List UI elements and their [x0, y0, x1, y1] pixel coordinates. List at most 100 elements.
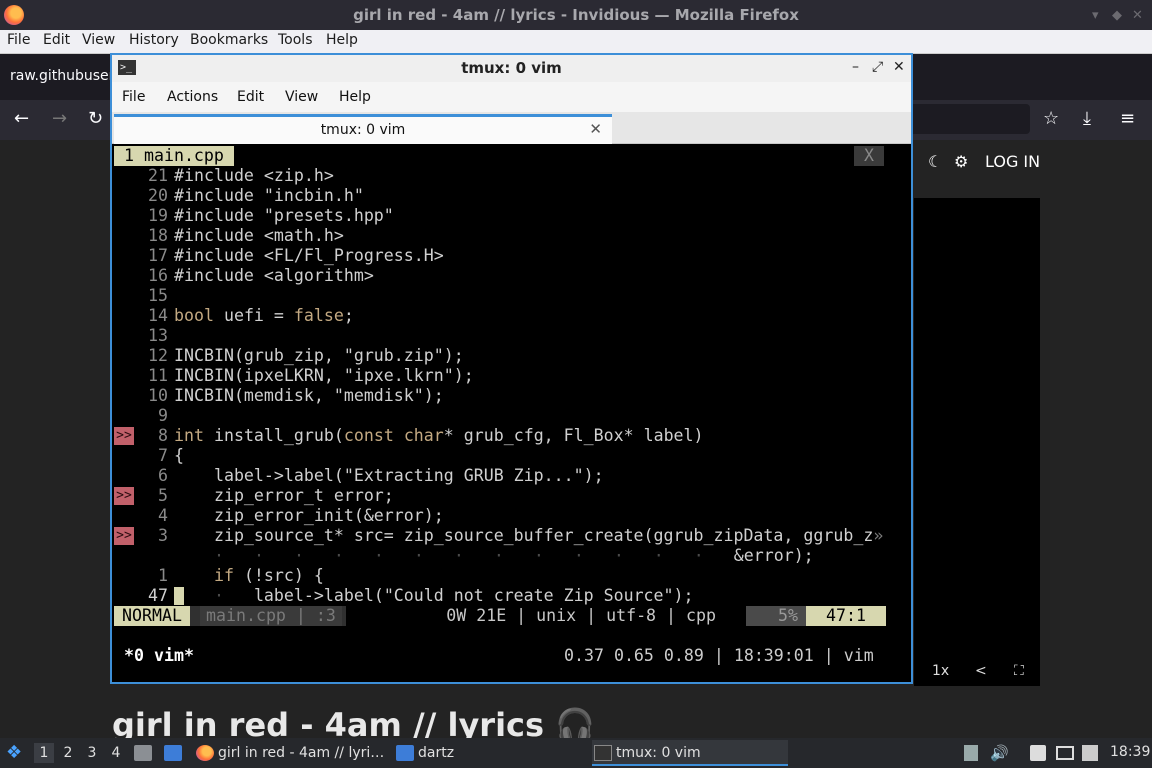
settings-gear-icon[interactable]: ⚙	[954, 152, 968, 171]
code-line: 20 #include "incbin.h"	[114, 186, 886, 206]
network-icon[interactable]	[1082, 745, 1098, 761]
menu-help[interactable]: Help	[326, 32, 358, 48]
buffer-close-button[interactable]: X	[854, 146, 884, 166]
task-dartz[interactable]: dartz	[394, 740, 584, 766]
menu-file[interactable]: File	[122, 89, 145, 105]
volume-icon[interactable]: 🔊	[990, 744, 1009, 762]
code-line: >> 5 zip_error_t error;	[114, 486, 886, 506]
workspace-2[interactable]: 2	[58, 743, 78, 763]
workspace-1[interactable]: 1	[34, 743, 54, 763]
file-manager-icon[interactable]	[134, 745, 152, 761]
minimize-icon[interactable]: ▾	[1092, 8, 1099, 23]
line-number: 8	[158, 426, 168, 445]
code-line: 1 if (!src) {	[114, 566, 886, 586]
task-firefox[interactable]: girl in red - 4am // lyri…	[194, 740, 390, 766]
desktop-icon[interactable]	[164, 745, 182, 761]
vim-screen[interactable]: 1 main.cpp X 21 #include <zip.h> 20 #includ…	[114, 146, 911, 682]
buffer-tab[interactable]: 1 main.cpp	[114, 146, 234, 166]
code-text: {	[174, 446, 184, 465]
line-number: 6	[158, 466, 168, 485]
menu-view[interactable]: View	[285, 89, 318, 105]
line-gutter: 47	[114, 586, 174, 606]
line-number: 15	[148, 286, 168, 305]
code-text: INCBIN(memdisk, "memdisk");	[174, 386, 444, 405]
menu-bookmarks[interactable]: Bookmarks	[190, 32, 268, 48]
terminal-titlebar: >_ tmux: 0 vim – ⤢ ✕	[112, 55, 911, 82]
tmux-window-name[interactable]: *0 vim*	[124, 646, 194, 666]
menu-edit[interactable]: Edit	[43, 32, 70, 48]
line-number: 20	[148, 186, 168, 205]
keyboard-layout-icon[interactable]	[964, 745, 978, 761]
log-in-link[interactable]: LOG IN	[985, 152, 1040, 171]
start-menu-icon[interactable]: ❖	[6, 742, 22, 763]
line-number: 11	[148, 366, 168, 385]
line-number: 7	[158, 446, 168, 465]
code-text: #include <math.h>	[174, 226, 344, 245]
task-terminal[interactable]: tmux: 0 vim	[592, 740, 788, 766]
line-gutter: 15	[114, 286, 174, 306]
workspace-4[interactable]: 4	[106, 743, 126, 763]
line-gutter: 1	[114, 566, 174, 586]
vim-statusline: NORMAL main.cpp | :3 0W 21E | unix | utf…	[114, 606, 886, 626]
code-text: if (!src) {	[213, 566, 324, 585]
terminal-tab[interactable]: tmux: 0 vim ✕	[114, 114, 612, 144]
menu-tools[interactable]: Tools	[278, 32, 313, 48]
forward-icon[interactable]: →	[52, 108, 67, 129]
line-number: 47	[148, 586, 168, 605]
menu-view[interactable]: View	[82, 32, 115, 48]
code-line: 9	[114, 406, 886, 426]
close-icon[interactable]: ✕	[1132, 8, 1143, 23]
status-filename: main.cpp | :3	[200, 606, 342, 626]
bookmark-star-icon[interactable]: ☆	[1043, 108, 1059, 129]
code-text: #include <FL/Fl_Progress.H>	[174, 246, 444, 265]
display-icon[interactable]	[1056, 746, 1074, 760]
code-text: bool uefi = false;	[174, 306, 354, 325]
minimize-icon[interactable]: –	[852, 59, 859, 75]
menu-file[interactable]: File	[7, 32, 30, 48]
workspace-3[interactable]: 3	[82, 743, 102, 763]
tmux-status-right: 0.37 0.65 0.89 | 18:39:01 | vim	[564, 646, 874, 665]
hamburger-menu-icon[interactable]: ≡	[1120, 108, 1135, 129]
code-line: >> 3 zip_source_t* src= zip_source_buffer…	[114, 526, 886, 546]
folder-icon	[396, 745, 414, 761]
fullscreen-icon[interactable]: ⛶	[1014, 663, 1024, 679]
code-line: · · · · · · · · · · · · · &error);	[114, 546, 886, 566]
url-bar[interactable]	[912, 104, 1030, 134]
code-line: 47 · label->label("Could not create Zip …	[114, 586, 886, 606]
line-gutter: >> 3	[114, 526, 174, 546]
code-text: #include <algorithm>	[174, 266, 374, 285]
clipboard-icon[interactable]	[1030, 745, 1046, 761]
downloads-icon[interactable]: ⤓	[1083, 108, 1091, 129]
line-gutter: 9	[114, 406, 174, 426]
terminal-tab-title: tmux: 0 vim	[320, 122, 406, 138]
line-gutter: >> 8	[114, 426, 174, 446]
menu-edit[interactable]: Edit	[237, 89, 264, 105]
code-text: #include "incbin.h"	[174, 186, 364, 205]
close-tab-icon[interactable]: ✕	[589, 120, 602, 138]
close-icon[interactable]: ✕	[893, 59, 905, 75]
maximize-icon[interactable]: ◆	[1112, 8, 1122, 23]
line-number: 13	[148, 326, 168, 345]
line-number: 5	[158, 486, 168, 505]
terminal-menubar: File Actions Edit View Help	[112, 82, 911, 112]
menu-help[interactable]: Help	[339, 89, 371, 105]
status-cursor-position: 47:1	[806, 606, 886, 626]
reload-icon[interactable]: ↻	[88, 108, 103, 129]
status-percent: 5%	[746, 606, 806, 626]
vim-mode: NORMAL	[114, 606, 190, 626]
maximize-icon[interactable]: ⤢	[872, 59, 883, 75]
clock[interactable]: 18:39	[1110, 744, 1150, 760]
menu-actions[interactable]: Actions	[167, 89, 218, 105]
code-text: zip_error_init(&error);	[174, 506, 444, 525]
task-label: dartz	[418, 745, 455, 761]
video-player[interactable]	[914, 198, 1040, 686]
code-text: · · · · · · · · · · · · · &error);	[213, 546, 814, 565]
playback-speed-button[interactable]: 1x	[932, 663, 949, 679]
dark-mode-icon[interactable]: ☾	[928, 152, 942, 171]
menu-history[interactable]: History	[129, 32, 179, 48]
share-icon[interactable]: <	[975, 663, 987, 679]
back-icon[interactable]: ←	[14, 108, 29, 129]
code-text: int install_grub(const char* grub_cfg, F…	[174, 426, 704, 445]
browser-tab[interactable]: raw.githubuser	[10, 68, 114, 84]
line-gutter: 13	[114, 326, 174, 346]
